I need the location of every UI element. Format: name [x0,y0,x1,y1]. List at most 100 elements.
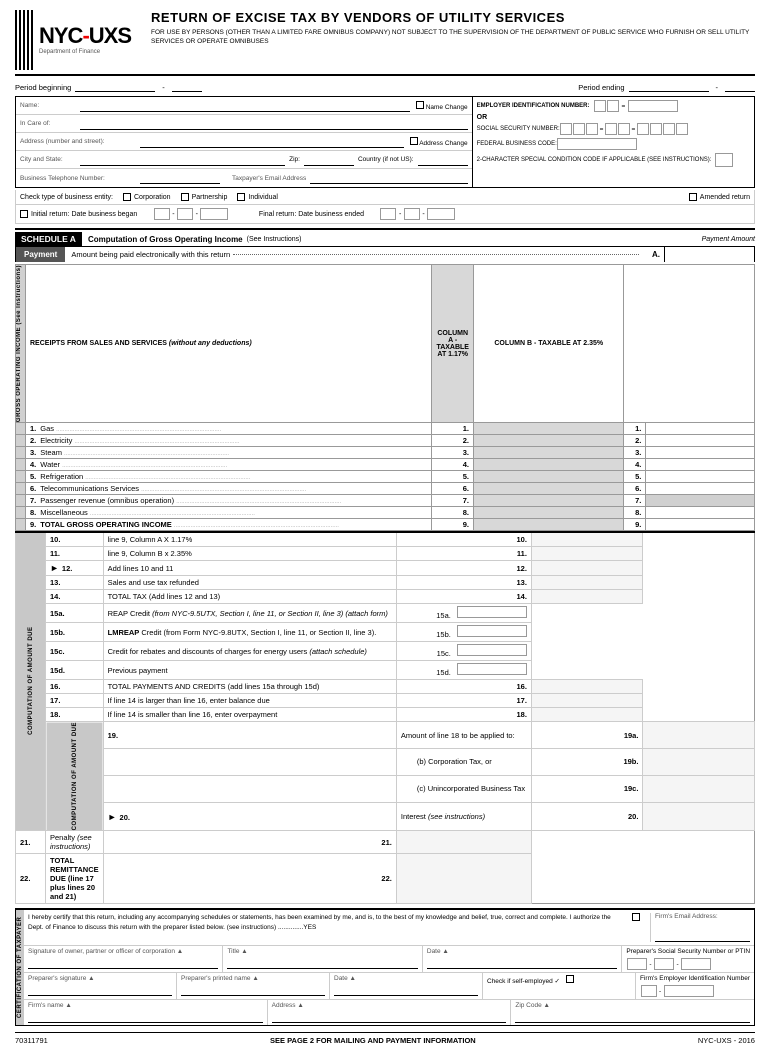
address-change-checkbox[interactable] [410,137,418,145]
ein-box-3[interactable] [628,100,678,112]
ein-box-2[interactable] [607,100,619,112]
begin-day-box[interactable] [177,208,193,220]
self-employed-checkbox[interactable] [566,975,574,983]
period-ending-field[interactable] [629,82,709,92]
end-day-box[interactable] [404,208,420,220]
name-input[interactable] [80,100,410,112]
comp-input-3[interactable] [531,576,643,590]
ssn-box-6[interactable] [637,123,649,135]
row-val-b-5[interactable] [646,483,755,495]
comp-input-1[interactable] [531,547,643,561]
row-val-b-7[interactable] [646,507,755,519]
comp-input-15[interactable] [396,854,531,904]
ptin-box-3[interactable] [681,958,711,970]
sub-box-7[interactable] [457,644,527,656]
row-val-a-6[interactable] [473,495,623,507]
ptin-box-1[interactable] [627,958,647,970]
period-beginning-field2[interactable] [172,82,202,92]
date2-input[interactable] [334,984,478,996]
sig-input[interactable] [28,957,218,969]
sub-input-0[interactable] [643,748,755,775]
comp-input-4[interactable] [531,590,643,604]
row-val-b-2[interactable] [646,447,755,459]
comp-num-9: 16. [46,680,104,694]
country-input[interactable] [418,154,468,166]
comp-input-2[interactable] [531,561,643,576]
date-input[interactable] [427,957,617,969]
row-val-b-1[interactable] [646,435,755,447]
ssn-box-2[interactable] [573,123,585,135]
zip-cert-input[interactable] [515,1011,750,1023]
row-val-a-3[interactable] [473,459,623,471]
row-val-a-2[interactable] [473,447,623,459]
phone-input[interactable] [140,172,220,184]
employer-id-line: EMPLOYER IDENTIFICATION NUMBER: = [477,100,750,112]
zip-input[interactable] [304,154,354,166]
sub-box-6[interactable] [457,625,527,637]
email-input[interactable] [310,172,467,184]
firms-email-input[interactable] [655,922,750,942]
ssn-box-1[interactable] [560,123,572,135]
begin-year-box[interactable] [200,208,228,220]
logo-uxs: UXS [89,23,131,48]
sub-box-8[interactable] [457,663,527,675]
comp-input-9[interactable] [531,680,643,694]
ssn-box-3[interactable] [586,123,598,135]
comp-input-11[interactable] [531,708,643,722]
city-input[interactable] [80,154,285,166]
address-input[interactable] [272,1011,507,1023]
ssn-box-9[interactable] [676,123,688,135]
period-beginning-field[interactable] [75,82,155,92]
ssn-box-7[interactable] [650,123,662,135]
row-val-a-8[interactable] [473,519,623,531]
ssn-box-5[interactable] [618,123,630,135]
ptin-box-2[interactable] [654,958,674,970]
comp-input-12[interactable] [643,722,755,749]
care-of-input[interactable] [80,118,468,130]
yes-checkbox[interactable] [632,913,640,921]
row-val-a-4[interactable] [473,471,623,483]
individual-checkbox[interactable] [237,193,245,201]
row-val-b-4[interactable] [646,471,755,483]
partnership-checkbox[interactable] [181,193,189,201]
city-row: City and State: Zip: Country (if not US)… [16,151,472,169]
sub-input-1[interactable] [643,775,755,802]
name-change-checkbox[interactable] [416,101,424,109]
ein-box-1[interactable] [594,100,606,112]
preparer-sig-input[interactable] [28,984,172,996]
payment-a-box[interactable] [664,247,754,262]
end-year-box[interactable] [427,208,455,220]
special-cond-box[interactable] [715,153,733,167]
fein-box-2[interactable] [664,985,714,997]
end-month-box[interactable] [380,208,396,220]
row-val-b-6[interactable] [646,495,755,507]
firms-name-input[interactable] [28,1011,263,1023]
ssn-box-8[interactable] [663,123,675,135]
title-input[interactable] [227,957,417,969]
period-ending-field2[interactable] [725,82,755,92]
sub-box-5[interactable] [457,606,527,618]
initial-return-checkbox[interactable] [20,210,28,218]
row-val-a-5[interactable] [473,483,623,495]
address-input[interactable] [140,136,404,148]
ssn-box-4[interactable] [605,123,617,135]
row-val-b-3[interactable] [646,459,755,471]
row-num-b-4: 5. [624,471,646,483]
begin-month-box[interactable] [154,208,170,220]
fein-box-1[interactable] [641,985,657,997]
sub-desc-0: (b) Corporation Tax, or [396,748,531,775]
federal-box[interactable] [557,138,637,150]
comp-input-13[interactable] [643,802,755,831]
comp-input-0[interactable] [531,532,643,547]
row-val-b-0[interactable] [646,423,755,435]
row-val-a-7[interactable] [473,507,623,519]
comp-input-10[interactable] [531,694,643,708]
row-val-a-1[interactable] [473,435,623,447]
date-field: Date ▲ [423,946,621,972]
preparer-name-input[interactable] [181,984,325,996]
comp-input-14[interactable] [396,831,531,854]
row-val-a-0[interactable] [473,423,623,435]
amended-checkbox[interactable] [689,193,697,201]
corporation-checkbox[interactable] [123,193,131,201]
row-val-b-8[interactable] [646,519,755,531]
